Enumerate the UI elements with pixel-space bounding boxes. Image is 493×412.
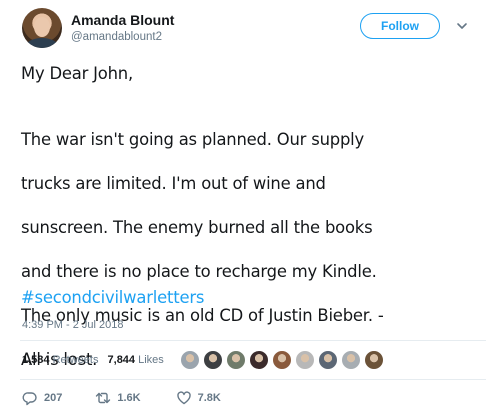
tweet-actions: 207 1.6K 7.8K (22, 389, 221, 407)
hashtag-link[interactable]: #secondcivilwarletters (21, 287, 204, 309)
retweet-count: 1.6K (117, 392, 141, 404)
liker-avatar[interactable] (272, 350, 292, 370)
display-name[interactable]: Amanda Blount (71, 12, 174, 28)
avatar-shirt (26, 38, 58, 48)
tweet-body-line: The war isn't going as planned. Our supp… (21, 130, 365, 149)
likes-stat[interactable]: 7,844 Likes (108, 354, 164, 366)
retweet-icon (96, 392, 111, 404)
liker-avatar[interactable] (249, 350, 269, 370)
likes-count: 7,844 (107, 354, 136, 366)
liker-avatar[interactable] (295, 350, 315, 370)
retweets-label: Retweets (52, 354, 99, 366)
liker-avatar[interactable] (364, 350, 384, 370)
tweet-card: Amanda Blount @amandablount2 Follow My D… (0, 0, 493, 412)
avatar-face (34, 17, 50, 37)
chevron-down-icon[interactable] (456, 20, 468, 32)
likers-avatars (180, 350, 387, 372)
user-handle[interactable]: @amandablount2 (71, 31, 162, 43)
retweets-stat[interactable]: 1,584 Retweets (22, 354, 98, 366)
liker-avatar[interactable] (341, 350, 361, 370)
retweets-count: 1,584 (22, 354, 50, 366)
like-count: 7.8K (197, 392, 221, 404)
like-button[interactable]: 7.8K (176, 390, 221, 406)
heart-icon (176, 391, 191, 405)
tweet-timestamp[interactable]: 4:39 PM - 2 Jul 2018 (22, 319, 124, 331)
liker-avatar[interactable] (318, 350, 338, 370)
tweet-body-line: trucks are limited. I'm out of wine and (21, 174, 326, 193)
reply-count: 207 (44, 392, 63, 404)
reply-icon (22, 392, 37, 406)
liker-avatar[interactable] (180, 350, 200, 370)
follow-button[interactable]: Follow (360, 13, 440, 39)
reply-button[interactable]: 207 (22, 390, 62, 406)
retweet-button[interactable]: 1.6K (95, 390, 141, 406)
liker-avatar[interactable] (203, 350, 223, 370)
tweet-body-line: and there is no place to recharge my Kin… (21, 262, 377, 281)
tweet-text: My Dear John, The war isn't going as pla… (21, 63, 483, 393)
user-avatar[interactable] (22, 8, 62, 48)
tweet-greeting: My Dear John, (21, 64, 133, 83)
divider (20, 379, 486, 380)
liker-avatar[interactable] (226, 350, 246, 370)
divider (20, 340, 486, 341)
tweet-body-line: sunscreen. The enemy burned all the book… (21, 218, 373, 237)
likes-label: Likes (138, 354, 164, 366)
engagement-stats: 1,584 Retweets 7,844 Likes (22, 354, 170, 366)
